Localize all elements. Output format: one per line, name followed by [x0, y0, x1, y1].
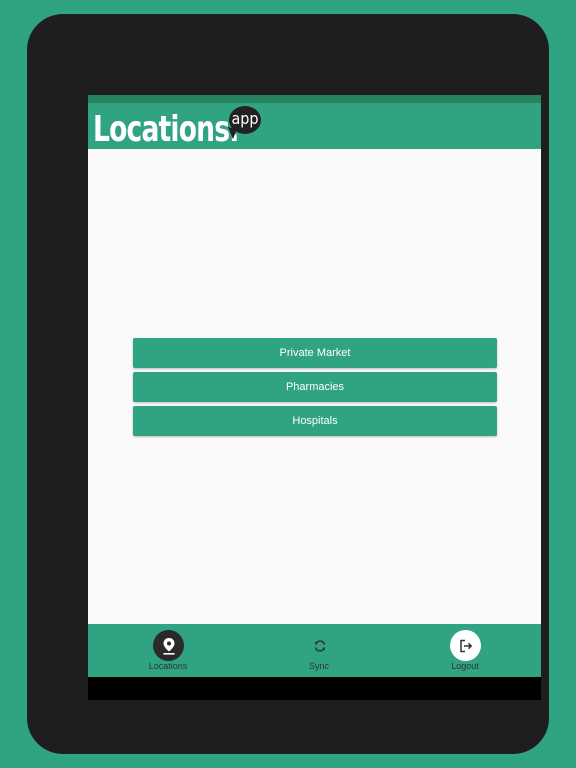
- system-navigation-bar: [88, 677, 541, 700]
- sync-icon-circle: [304, 630, 335, 661]
- nav-item-sync[interactable]: Sync: [274, 624, 364, 677]
- hospitals-button[interactable]: Hospitals: [133, 406, 497, 436]
- bottom-navigation: Locations Sync Logout: [88, 624, 541, 677]
- sync-icon: [314, 639, 325, 652]
- logout-icon: [459, 639, 472, 652]
- nav-label-logout: Logout: [451, 661, 479, 671]
- nav-label-locations: Locations: [148, 661, 188, 671]
- logo-badge-bubble: app: [229, 106, 261, 134]
- private-market-button[interactable]: Private Market: [133, 338, 497, 368]
- pharmacies-button[interactable]: Pharmacies: [133, 372, 497, 402]
- logout-icon-circle: [450, 630, 481, 661]
- tablet-frame: Locations. app Private Market Pharmacies…: [27, 14, 549, 754]
- nav-item-logout[interactable]: Logout: [420, 624, 510, 677]
- logo-text: Locations.: [93, 109, 239, 150]
- screen: Locations. app Private Market Pharmacies…: [88, 95, 541, 700]
- status-bar: [88, 95, 541, 103]
- logo-badge-text: app: [231, 109, 259, 128]
- nav-label-sync: Sync: [308, 661, 329, 671]
- locations-icon-circle: [153, 630, 184, 661]
- location-pin-icon: [163, 637, 174, 655]
- main-content: Private Market Pharmacies Hospitals: [88, 149, 541, 624]
- app-bar: Locations. app: [88, 103, 541, 149]
- nav-item-locations[interactable]: Locations: [123, 624, 213, 677]
